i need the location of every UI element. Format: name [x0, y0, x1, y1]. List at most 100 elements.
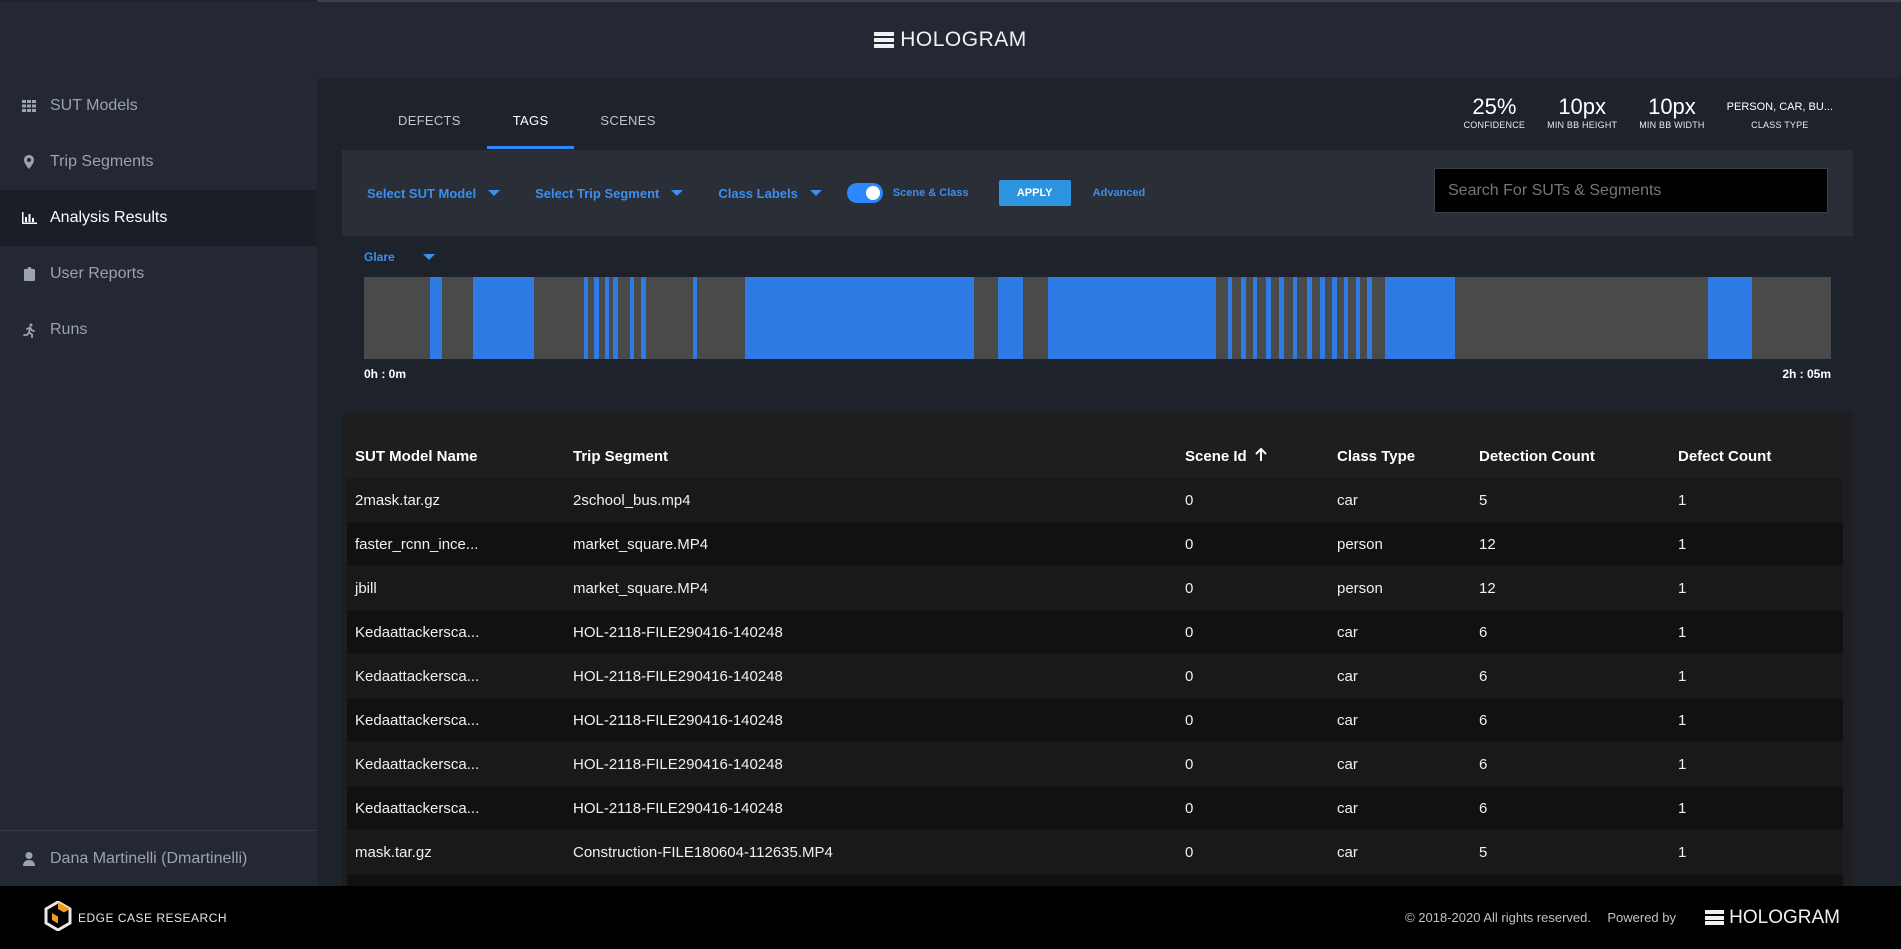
cell-detection-count: 5: [1479, 843, 1488, 861]
stat-label: MIN BB WIDTH: [1639, 120, 1705, 130]
cell-detection-count: 6: [1479, 667, 1488, 685]
tab-tags[interactable]: TAGS: [486, 94, 575, 149]
timeline-bar[interactable]: [364, 277, 1831, 359]
table-row[interactable]: mask.tar.gz Construction-FILE180604-11263…: [347, 830, 1843, 874]
table-row[interactable]: mask.tar.gz_cust...Thinkware Dash Cam X3…: [347, 874, 1843, 886]
copyright-text: © 2018-2020 All rights reserved.: [1405, 910, 1591, 925]
cell-defect-count: 1: [1678, 843, 1687, 861]
timeline-segment[interactable]: [1332, 277, 1337, 359]
clipboard-icon: [20, 265, 38, 283]
timeline-segment[interactable]: [1355, 277, 1361, 359]
column-header-defect-count[interactable]: Defect Count: [1670, 448, 1840, 465]
timeline-segment[interactable]: [472, 277, 535, 359]
advanced-link[interactable]: Advanced: [1093, 187, 1146, 199]
timeline-segment[interactable]: [745, 277, 975, 359]
results-table-panel: SUT Model Name Trip Segment Scene Id Cla…: [342, 412, 1853, 886]
cell-class-type: car: [1337, 491, 1358, 509]
tag-dropdown[interactable]: Glare: [364, 250, 1831, 264]
tab-defects[interactable]: DEFECTS: [372, 94, 487, 149]
timeline-segment[interactable]: [613, 277, 618, 359]
tab-scenes[interactable]: SCENES: [574, 94, 681, 149]
timeline-segment[interactable]: [641, 277, 646, 359]
class-labels-dropdown[interactable]: Class Labels: [718, 186, 822, 201]
sidebar-item-user-reports[interactable]: User Reports: [0, 246, 317, 302]
table-row[interactable]: jbill market_square.MP4 0 person 12 1: [347, 566, 1843, 610]
timeline-segment[interactable]: [1253, 277, 1258, 359]
stat-value: 10px: [1558, 94, 1607, 119]
timeline-segment[interactable]: [1320, 277, 1325, 359]
stat-value: 10px: [1648, 94, 1696, 119]
column-header-sut-model[interactable]: SUT Model Name: [347, 448, 565, 465]
timeline-segment[interactable]: [594, 277, 599, 359]
sidebar-item-sut-models[interactable]: SUT Models: [0, 78, 317, 134]
timeline-segment[interactable]: [584, 277, 589, 359]
table-row[interactable]: 2mask.tar.gz 2school_bus.mp4 0 car 5 1: [347, 478, 1843, 522]
table-row[interactable]: Kedaattackersca... HOL-2118-FILE290416-14…: [347, 786, 1843, 830]
timeline-segment[interactable]: [430, 277, 442, 359]
table-header: SUT Model Name Trip Segment Scene Id Cla…: [347, 412, 1843, 478]
timeline-segment[interactable]: [1047, 277, 1217, 359]
filter-panel: Select SUT Model Select Trip Segment Cla…: [342, 150, 1853, 236]
toggle-label: Scene & Class: [892, 187, 969, 199]
timeline-segment[interactable]: [1707, 277, 1752, 359]
timeline-segment[interactable]: [1307, 277, 1312, 359]
apply-button[interactable]: APPLY: [998, 180, 1071, 206]
column-header-class-type[interactable]: Class Type: [1329, 448, 1471, 465]
cell-trip-segment: market_square.MP4: [573, 535, 709, 553]
cell-detection-count: 6: [1479, 711, 1488, 729]
cell-class-type: car: [1337, 667, 1358, 685]
sidebar-item-runs[interactable]: Runs: [0, 302, 317, 358]
sidebar-item-trip-segments[interactable]: Trip Segments: [0, 134, 317, 190]
cell-sut-model: Kedaattackersca...: [355, 667, 480, 685]
column-header-scene-id[interactable]: Scene Id: [1177, 447, 1329, 465]
cell-class-type: person: [1337, 535, 1383, 553]
main-content: DEFECTS TAGS SCENES 25% CONFIDENCE 10px …: [317, 78, 1901, 886]
sidebar-item-analysis-results[interactable]: Analysis Results: [0, 190, 317, 246]
timeline-segment[interactable]: [1367, 277, 1372, 359]
stat-class-type: PERSON, CAR, BU... CLASS TYPE: [1727, 94, 1833, 130]
timeline-segment[interactable]: [692, 277, 697, 359]
results-table: SUT Model Name Trip Segment Scene Id Cla…: [347, 412, 1843, 886]
cell-class-type: car: [1337, 755, 1358, 773]
timeline-segment[interactable]: [1385, 277, 1456, 359]
timeline-segment[interactable]: [1241, 277, 1246, 359]
footer: EDGE CASE RESEARCH © 2018-2020 All right…: [0, 886, 1901, 949]
cell-sut-model: Kedaattackersca...: [355, 799, 480, 817]
runner-icon: [20, 321, 38, 339]
cell-defect-count: 1: [1678, 623, 1687, 641]
timeline-segment[interactable]: [997, 277, 1023, 359]
timeline-segment[interactable]: [1343, 277, 1349, 359]
trip-segment-dropdown[interactable]: Select Trip Segment: [535, 186, 684, 201]
user-profile[interactable]: Dana Martinelli (Dmartinelli): [0, 830, 317, 886]
timeline-segment[interactable]: [1266, 277, 1271, 359]
column-header-detection-count[interactable]: Detection Count: [1471, 448, 1670, 465]
hologram-logo[interactable]: HOLOGRAM: [874, 28, 1027, 52]
timeline-segment[interactable]: [629, 277, 634, 359]
cell-scene-id: 0: [1185, 623, 1194, 641]
timeline-segment[interactable]: [1228, 277, 1233, 359]
column-header-trip-segment[interactable]: Trip Segment: [565, 448, 1177, 465]
table-row[interactable]: faster_rcnn_ince... market_square.MP4 0 per…: [347, 522, 1843, 566]
cell-scene-id: 0: [1185, 755, 1194, 773]
sidebar-item-label: User Reports: [50, 265, 145, 282]
cell-trip-segment: HOL-2118-FILE290416-140248: [573, 711, 783, 729]
footer-hologram-logo[interactable]: HOLOGRAM: [1705, 907, 1840, 929]
cell-detection-count: 6: [1479, 755, 1488, 773]
sort-arrow-up-icon: [1254, 447, 1267, 465]
table-row[interactable]: Kedaattackersca... HOL-2118-FILE290416-14…: [347, 610, 1843, 654]
sut-model-dropdown[interactable]: Select SUT Model: [367, 186, 501, 201]
edge-case-research-logo[interactable]: EDGE CASE RESEARCH: [44, 900, 227, 934]
table-row[interactable]: Kedaattackersca... HOL-2118-FILE290416-14…: [347, 698, 1843, 742]
table-row[interactable]: Kedaattackersca... HOL-2118-FILE290416-14…: [347, 654, 1843, 698]
timeline-segment[interactable]: [1279, 277, 1284, 359]
timeline-segment[interactable]: [1292, 277, 1297, 359]
timeline-segment[interactable]: [604, 277, 609, 359]
cell-scene-id: 0: [1185, 843, 1194, 861]
search-input[interactable]: [1434, 168, 1828, 213]
tab-bar: DEFECTS TAGS SCENES: [372, 94, 682, 149]
cell-defect-count: 1: [1678, 667, 1687, 685]
cell-defect-count: 1: [1678, 579, 1687, 597]
scene-class-toggle[interactable]: [846, 183, 883, 203]
table-row[interactable]: Kedaattackersca... HOL-2118-FILE290416-14…: [347, 742, 1843, 786]
caret-down-icon: [671, 190, 684, 196]
